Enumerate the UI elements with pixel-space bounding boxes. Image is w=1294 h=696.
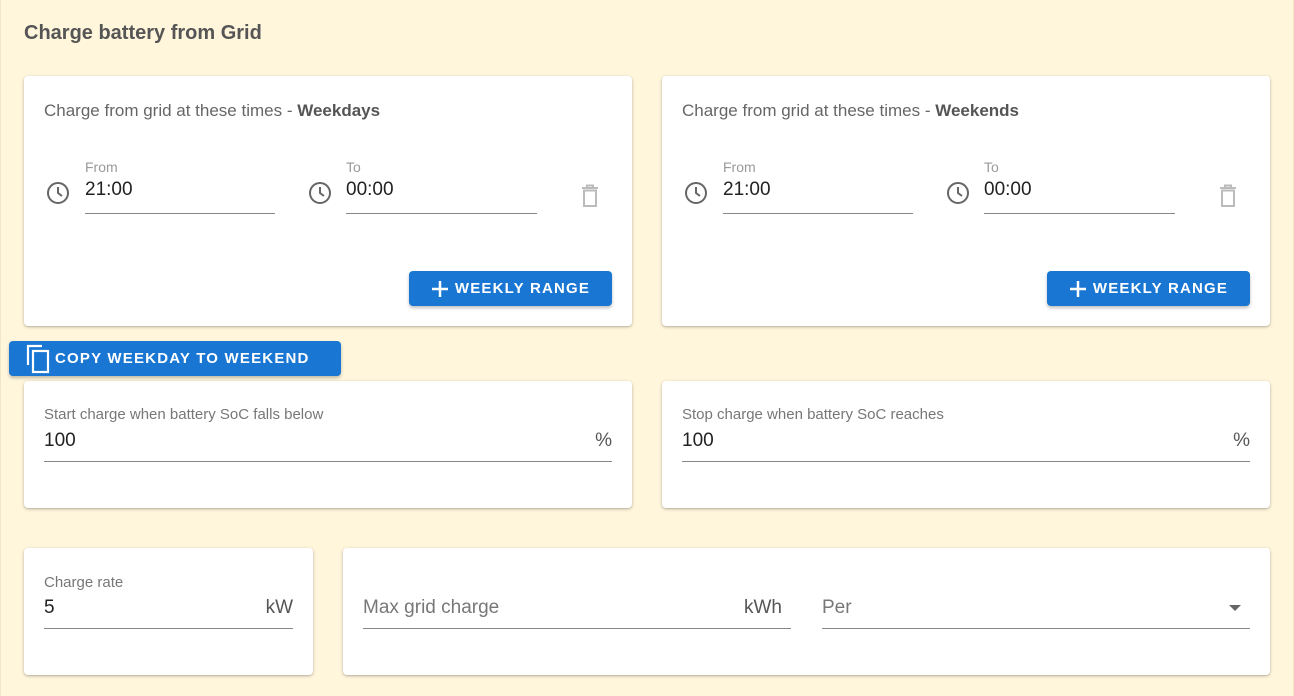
per-select-underline <box>822 628 1250 629</box>
max-grid-charge-underline <box>363 628 791 629</box>
weekends-add-range-button[interactable]: WEEKLY RANGE <box>1047 271 1250 306</box>
weekends-heading-bold: Weekends <box>935 101 1019 120</box>
weekends-from-label: From <box>723 159 756 175</box>
stop-charge-unit: % <box>1233 430 1250 451</box>
start-charge-underline <box>44 461 612 462</box>
weekends-from-underline <box>723 213 913 214</box>
weekdays-heading-prefix: Charge from grid at these times - <box>44 101 298 120</box>
weekends-to-field[interactable]: To 00:00 <box>984 159 1174 201</box>
weekdays-from-field[interactable]: From 21:00 <box>85 159 275 201</box>
clock-icon[interactable] <box>946 181 970 205</box>
stop-charge-label: Stop charge when battery SoC reaches <box>682 406 944 423</box>
dropdown-arrow-icon[interactable] <box>1228 604 1242 612</box>
weekdays-from-label: From <box>85 159 118 175</box>
copy-icon <box>26 344 50 373</box>
weekends-to-value[interactable]: 00:00 <box>984 179 1174 201</box>
plus-icon <box>431 280 448 297</box>
per-select[interactable]: Per <box>822 597 852 619</box>
start-charge-card: Start charge when battery SoC falls belo… <box>24 381 632 508</box>
charge-rate-label: Charge rate <box>44 574 124 591</box>
max-grid-charge-input[interactable]: Max grid charge <box>363 597 499 619</box>
clock-icon[interactable] <box>46 181 70 205</box>
start-charge-unit: % <box>595 430 612 451</box>
clock-icon[interactable] <box>308 181 332 205</box>
trash-icon[interactable] <box>1218 184 1238 208</box>
weekdays-add-range-button[interactable]: WEEKLY RANGE <box>409 271 612 306</box>
clock-icon[interactable] <box>684 181 708 205</box>
weekends-to-underline <box>984 213 1175 214</box>
weekdays-card: Charge from grid at these times - Weekda… <box>24 76 632 326</box>
max-grid-charge-unit: kWh <box>744 597 782 618</box>
stop-charge-input[interactable]: 100 <box>682 430 714 452</box>
copy-weekday-to-weekend-button[interactable]: COPY WEEKDAY TO WEEKEND <box>9 341 341 376</box>
copy-weekday-to-weekend-label: COPY WEEKDAY TO WEEKEND <box>55 350 310 367</box>
weekdays-to-field[interactable]: To 00:00 <box>346 159 536 201</box>
weekends-to-label: To <box>984 159 999 175</box>
weekends-from-value[interactable]: 21:00 <box>723 179 913 201</box>
weekdays-to-value[interactable]: 00:00 <box>346 179 536 201</box>
weekends-from-field[interactable]: From 21:00 <box>723 159 913 201</box>
weekdays-from-underline <box>85 213 275 214</box>
stop-charge-underline <box>682 461 1250 462</box>
trash-icon[interactable] <box>580 184 600 208</box>
weekdays-add-range-label: WEEKLY RANGE <box>454 280 591 297</box>
weekends-heading-prefix: Charge from grid at these times - <box>682 101 936 120</box>
start-charge-input[interactable]: 100 <box>44 430 76 452</box>
weekends-card: Charge from grid at these times - Weeken… <box>662 76 1270 326</box>
weekends-add-range-label: WEEKLY RANGE <box>1092 280 1229 297</box>
weekdays-from-value[interactable]: 21:00 <box>85 179 275 201</box>
section-title: Charge battery from Grid <box>24 22 262 44</box>
charge-rate-input[interactable]: 5 <box>44 597 55 619</box>
charge-rate-underline <box>44 628 293 629</box>
plus-icon <box>1069 280 1086 297</box>
weekdays-heading: Charge from grid at these times - Weekda… <box>44 101 380 121</box>
max-grid-charge-card: Max grid charge kWh Per <box>343 548 1270 675</box>
charge-rate-unit: kW <box>265 597 293 618</box>
charge-rate-card: Charge rate 5 kW <box>24 548 313 675</box>
weekends-heading: Charge from grid at these times - Weeken… <box>682 101 1019 121</box>
weekdays-heading-bold: Weekdays <box>297 101 381 120</box>
start-charge-label: Start charge when battery SoC falls belo… <box>44 406 324 423</box>
weekdays-to-label: To <box>346 159 361 175</box>
weekdays-to-underline <box>346 213 537 214</box>
stop-charge-card: Stop charge when battery SoC reaches 100… <box>662 381 1270 508</box>
